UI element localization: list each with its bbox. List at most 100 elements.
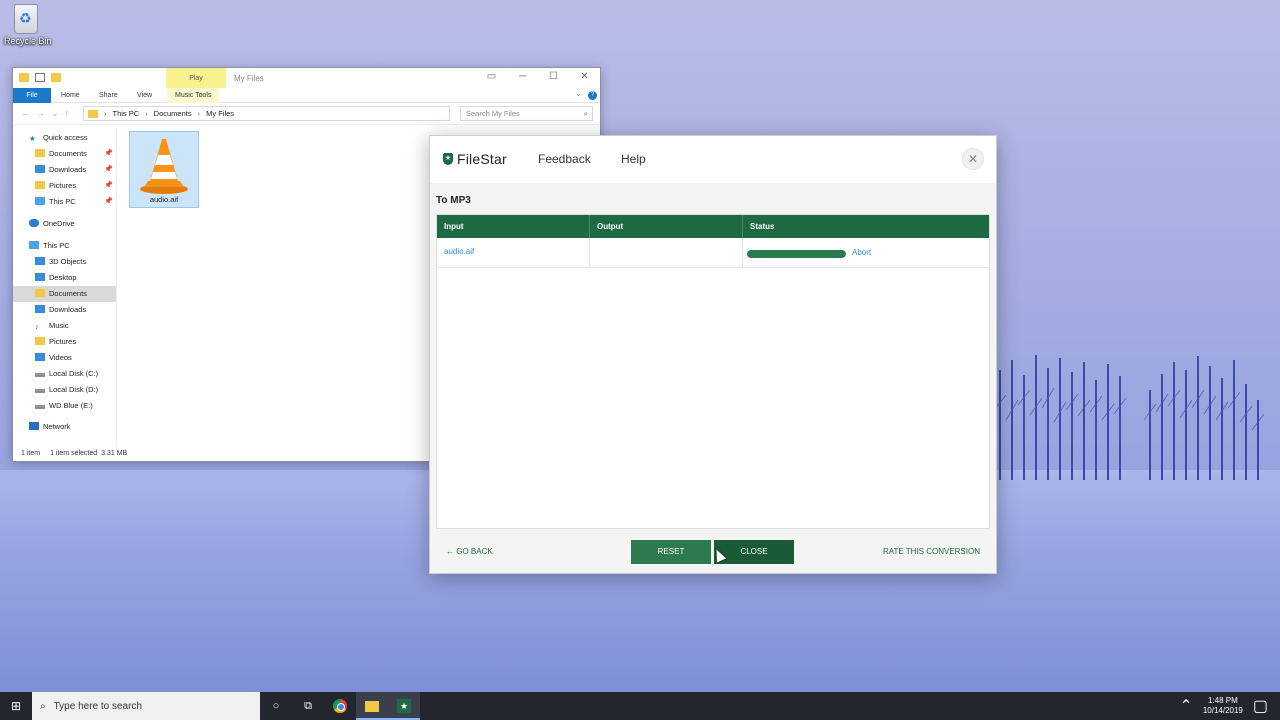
tab-home[interactable]: Home	[61, 88, 80, 103]
breadcrumb-documents[interactable]: Documents	[154, 109, 192, 118]
filestar-header: ★ FileStar Feedback Help ✕	[430, 136, 996, 183]
nav-local-disk-d[interactable]: Local Disk (D:)	[13, 382, 116, 398]
expand-ribbon-icon[interactable]: ⌄	[575, 89, 582, 98]
window-controls: ▭ ─ ☐ ✕	[476, 68, 600, 88]
vlc-cone-icon	[136, 135, 192, 195]
breadcrumb-this-pc[interactable]: This PC	[113, 109, 140, 118]
address-bar-row: ←→⌄↑ › This PC › Documents › My Files Se…	[13, 103, 600, 125]
drive-icon	[35, 389, 45, 393]
close-button[interactable]: ✕	[569, 68, 600, 88]
recycle-bin-icon	[14, 4, 38, 34]
nav-documents-selected[interactable]: Documents	[13, 286, 116, 302]
file-item-audio[interactable]: audio.aif	[129, 131, 199, 208]
address-bar[interactable]: › This PC › Documents › My Files	[83, 106, 450, 121]
file-name: audio.aif	[149, 195, 179, 204]
cloud-icon	[29, 219, 39, 227]
tray-chevron-icon[interactable]: ⌃	[1179, 696, 1192, 716]
filestar-star-icon: ★	[443, 153, 453, 165]
progress-fill	[747, 250, 846, 258]
file-explorer-taskbar-icon[interactable]	[356, 692, 388, 720]
nav-wd-blue-e[interactable]: WD Blue (E:)	[13, 398, 116, 414]
help-link[interactable]: Help	[621, 152, 646, 166]
nav-local-disk-c[interactable]: Local Disk (C:)	[13, 366, 116, 382]
abort-link[interactable]: Abort	[852, 248, 871, 257]
filestar-logo: ★ FileStar	[443, 151, 507, 167]
nav-quick-access[interactable]: ★ Quick access	[13, 130, 116, 146]
trees-scenery	[993, 355, 1265, 480]
nav-documents[interactable]: Documents 📌	[13, 146, 116, 162]
desktop-icon	[35, 273, 45, 281]
play-contextual-tab[interactable]: Play	[166, 68, 226, 88]
folder-icon	[88, 109, 98, 118]
recycle-bin-shortcut[interactable]: Recycle Bin	[4, 4, 52, 46]
tab-share[interactable]: Share	[99, 88, 118, 103]
dialog-close-icon[interactable]: ✕	[962, 148, 984, 170]
breadcrumb-my-files[interactable]: My Files	[206, 109, 234, 118]
filestar-taskbar-icon[interactable]: ★	[388, 692, 420, 720]
selection-size: 3.31 MB	[101, 450, 128, 457]
nav-music[interactable]: ♪ Music	[13, 318, 116, 334]
nav-downloads[interactable]: Downloads 📌	[13, 162, 116, 178]
computer-icon	[35, 197, 45, 205]
pin-icon: 📌	[104, 182, 113, 189]
documents-icon	[35, 149, 45, 157]
nav-desktop[interactable]: Desktop	[13, 270, 116, 286]
help-icon[interactable]: ?	[588, 91, 597, 100]
taskbar-search-input[interactable]: ⌕ Type here to search	[32, 692, 260, 720]
explorer-search-input[interactable]: Search My Files ⌕	[460, 106, 593, 121]
column-output: Output	[590, 215, 743, 238]
star-icon: ★	[29, 134, 36, 143]
drive-icon	[35, 405, 45, 409]
conversion-title: To MP3	[436, 195, 471, 206]
clock[interactable]: 1:48 PM 10/14/2019	[1203, 696, 1243, 716]
filestar-body: To MP3 Input Output Status audio.aif Abo…	[430, 183, 996, 573]
explorer-status-bar: 1 item 1 item selected 3.31 MB	[21, 450, 127, 457]
download-icon	[35, 305, 45, 313]
nav-onedrive[interactable]: OneDrive	[13, 216, 116, 232]
table-header: Input Output Status	[437, 215, 989, 238]
status-cell: Abort	[743, 238, 989, 267]
input-file-link[interactable]: audio.aif	[437, 238, 590, 267]
rate-conversion-link[interactable]: RATE THIS CONVERSION	[883, 547, 980, 556]
notifications-icon[interactable]: ▢	[1253, 696, 1268, 716]
pin-icon: 📌	[104, 150, 113, 157]
taskbar: ⊞ ⌕ Type here to search ○ ⧉ ★ ⌃ 1:48 PM …	[0, 692, 1280, 720]
feedback-link[interactable]: Feedback	[538, 152, 591, 166]
maximize-button[interactable]: ☐	[538, 68, 569, 88]
output-cell	[590, 238, 743, 267]
download-icon	[35, 165, 45, 173]
cortana-icon[interactable]: ○	[260, 692, 292, 720]
nav-this-pc[interactable]: This PC	[13, 238, 116, 254]
nav-downloads-pc[interactable]: Downloads	[13, 302, 116, 318]
tablet-icon[interactable]: ▭	[476, 68, 507, 88]
navigation-pane: ★ Quick access Documents 📌 Downloads 📌 Pict…	[13, 128, 117, 446]
window-title: My Files	[234, 74, 264, 83]
reset-button[interactable]: RESET	[631, 540, 711, 564]
tab-file[interactable]: File	[13, 88, 51, 103]
nav-pictures-pc[interactable]: Pictures	[13, 334, 116, 350]
nav-videos[interactable]: Videos	[13, 350, 116, 366]
nav-3d-objects[interactable]: 3D Objects	[13, 254, 116, 270]
windows-start-icon[interactable]: ⊞	[0, 692, 32, 720]
nav-pictures[interactable]: Pictures 📌	[13, 178, 116, 194]
tab-view[interactable]: View	[137, 88, 152, 103]
pictures-icon	[35, 181, 45, 189]
filestar-dialog: ★ FileStar Feedback Help ✕ To MP3 Input …	[429, 135, 997, 574]
nav-this-pc-quick[interactable]: This PC 📌	[13, 194, 116, 210]
nav-network[interactable]: Network	[13, 419, 116, 435]
minimize-button[interactable]: ─	[507, 68, 538, 88]
music-icon: ♪	[35, 322, 39, 331]
new-folder-icon[interactable]	[51, 73, 61, 82]
column-input: Input	[437, 215, 590, 238]
close-button[interactable]: CLOSE	[714, 540, 794, 564]
task-view-icon[interactable]: ⧉	[292, 692, 324, 720]
search-icon: ⌕	[583, 109, 588, 118]
properties-icon[interactable]	[35, 73, 45, 82]
conversion-table: Input Output Status audio.aif Abort	[436, 214, 990, 529]
nav-arrows[interactable]: ←→⌄↑	[21, 108, 75, 119]
table-row: audio.aif Abort	[437, 238, 989, 268]
chrome-icon[interactable]	[324, 692, 356, 720]
pin-icon: 📌	[104, 166, 113, 173]
go-back-link[interactable]: ← GO BACK	[446, 547, 493, 556]
tab-music-tools[interactable]: Music Tools	[167, 88, 220, 103]
